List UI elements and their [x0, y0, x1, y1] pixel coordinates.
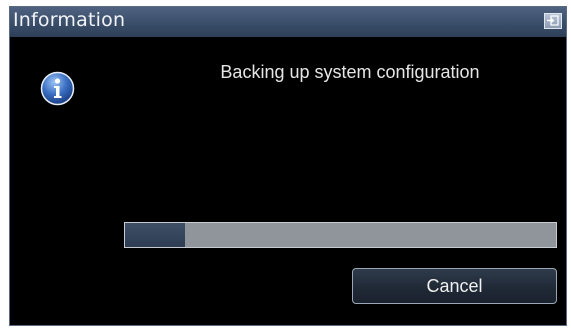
- information-dialog: Information Backing up system configurat: [9, 6, 567, 326]
- progress-bar-fill: [125, 223, 186, 247]
- cancel-button[interactable]: Cancel: [352, 268, 557, 304]
- info-icon: [40, 71, 75, 106]
- title-bar[interactable]: Information: [10, 7, 566, 37]
- restore-icon[interactable]: [544, 13, 562, 29]
- dialog-title: Information: [13, 9, 126, 31]
- progress-bar: [124, 222, 557, 248]
- status-message: Backing up system configuration: [220, 62, 480, 82]
